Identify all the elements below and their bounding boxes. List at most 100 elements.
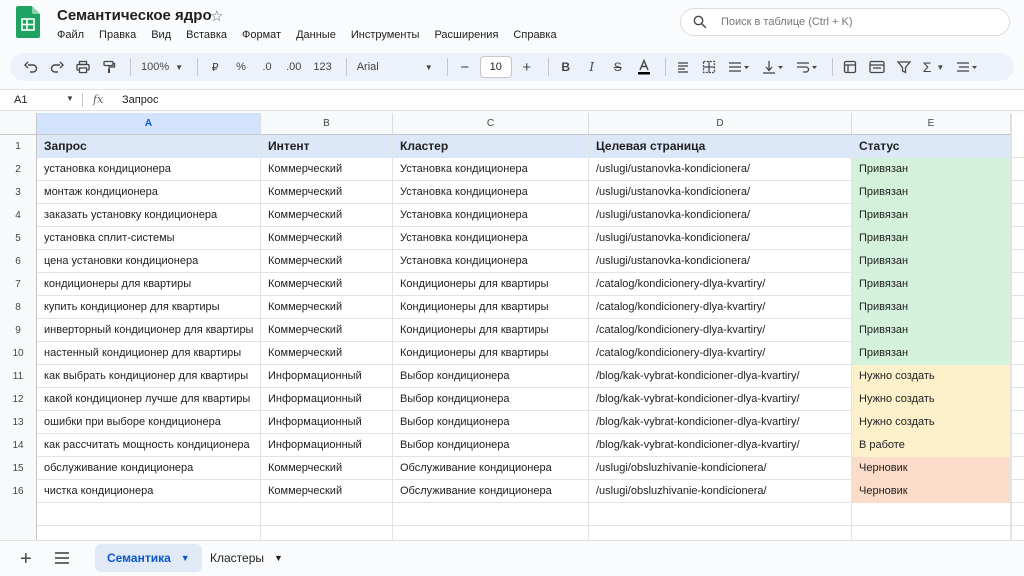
cell-a8[interactable]: купить кондиционер для квартиры xyxy=(37,296,261,319)
sheets-logo-icon[interactable] xyxy=(16,6,40,38)
cell-d11[interactable]: /blog/kak-vybrat-kondicioner-dlya-kvarti… xyxy=(589,365,852,388)
menu-help[interactable]: Справка xyxy=(513,29,556,41)
cell-c14[interactable]: Выбор кондиционера xyxy=(393,434,589,457)
cell-a9[interactable]: инверторный кондиционер для квартиры xyxy=(37,319,261,342)
cell-c3[interactable]: Установка кондиционера xyxy=(393,181,589,204)
increase-decimal-button[interactable]: .00 xyxy=(282,56,305,78)
font-select[interactable]: Arial ▼ xyxy=(353,56,437,78)
menu-edit[interactable]: Правка xyxy=(99,29,136,41)
menu-insert[interactable]: Вставка xyxy=(186,29,227,41)
cell-a6[interactable]: цена установки кондиционера xyxy=(37,250,261,273)
row-number[interactable]: 15 xyxy=(0,457,37,480)
sheet-tab-klastery[interactable]: Кластеры ▼ xyxy=(198,544,295,572)
font-size-increase-button[interactable]: + xyxy=(516,56,538,78)
cell-c6[interactable]: Установка кондиционера xyxy=(393,250,589,273)
cell-d14[interactable]: /blog/kak-vybrat-kondicioner-dlya-kvarti… xyxy=(589,434,852,457)
cell-c5[interactable]: Установка кондиционера xyxy=(393,227,589,250)
cell-b17[interactable] xyxy=(261,503,393,526)
row-number[interactable]: 3 xyxy=(0,181,37,204)
cell-b6[interactable]: Коммерческий xyxy=(261,250,393,273)
cell-c17[interactable] xyxy=(393,503,589,526)
cell-a10[interactable]: настенный кондиционер для квартиры xyxy=(37,342,261,365)
cell-d16[interactable]: /uslugi/obsluzhivanie-kondicionera/ xyxy=(589,480,852,503)
cell-a11[interactable]: как выбрать кондиционер для квартиры xyxy=(37,365,261,388)
insert-chart-icon[interactable] xyxy=(865,56,889,78)
star-icon[interactable]: ☆ xyxy=(210,7,223,25)
cell-d7[interactable]: /catalog/kondicionery-dlya-kvartiry/ xyxy=(589,273,852,296)
vertical-align-icon[interactable] xyxy=(758,56,788,78)
row-number[interactable]: 6 xyxy=(0,250,37,273)
row-number[interactable]: 10 xyxy=(0,342,37,365)
cell-b2[interactable]: Коммерческий xyxy=(261,158,393,181)
cell-a7[interactable]: кондиционеры для квартиры xyxy=(37,273,261,296)
cell-b15[interactable]: Коммерческий xyxy=(261,457,393,480)
document-title[interactable]: Семантическое ядро xyxy=(57,7,212,24)
cell-d2[interactable]: /uslugi/ustanovka-kondicionera/ xyxy=(589,158,852,181)
cell-a12[interactable]: какой кондиционер лучше для квартиры xyxy=(37,388,261,411)
cell-e12[interactable]: Нужно создать xyxy=(852,388,1011,411)
cell-e14[interactable]: В работе xyxy=(852,434,1011,457)
search-box[interactable] xyxy=(680,8,1010,36)
cell-b13[interactable]: Информационный xyxy=(261,411,393,434)
cell-d17[interactable] xyxy=(589,503,852,526)
cell-a1[interactable]: Запрос xyxy=(37,135,261,158)
cell-b3[interactable]: Коммерческий xyxy=(261,181,393,204)
cell-d1[interactable]: Целевая страница xyxy=(589,135,852,158)
insert-link-icon[interactable] xyxy=(839,56,861,78)
cell-e13[interactable]: Нужно создать xyxy=(852,411,1011,434)
italic-icon[interactable]: I xyxy=(581,56,603,78)
cell-c12[interactable]: Выбор кондиционера xyxy=(393,388,589,411)
add-sheet-icon[interactable]: + xyxy=(20,549,32,569)
filter-icon[interactable] xyxy=(893,56,915,78)
cell-d12[interactable]: /blog/kak-vybrat-kondicioner-dlya-kvarti… xyxy=(589,388,852,411)
cell-a5[interactable]: установка сплит-системы xyxy=(37,227,261,250)
text-color-icon[interactable] xyxy=(633,56,655,78)
cell-d13[interactable]: /blog/kak-vybrat-kondicioner-dlya-kvarti… xyxy=(589,411,852,434)
cell-c10[interactable]: Кондиционеры для квартиры xyxy=(393,342,589,365)
cell-d4[interactable]: /uslugi/ustanovka-kondicionera/ xyxy=(589,204,852,227)
cell-e5[interactable]: Привязан xyxy=(852,227,1011,250)
cell-a2[interactable]: установка кондиционера xyxy=(37,158,261,181)
cell-e7[interactable]: Привязан xyxy=(852,273,1011,296)
column-header-c[interactable]: C xyxy=(393,113,589,135)
row-number[interactable] xyxy=(0,503,37,526)
cell-a3[interactable]: монтаж кондиционера xyxy=(37,181,261,204)
more-options-icon[interactable] xyxy=(952,56,982,78)
spreadsheet-grid[interactable]: A B C D E 1 Запрос Интент Кластер Целевая страниц… xyxy=(0,113,1024,540)
percent-format-button[interactable]: % xyxy=(230,56,252,78)
cell-d15[interactable]: /uslugi/obsluzhivanie-kondicionera/ xyxy=(589,457,852,480)
zoom-select[interactable]: 100% ▼ xyxy=(137,56,187,78)
row-number[interactable]: 5 xyxy=(0,227,37,250)
cell-e16[interactable]: Черновик xyxy=(852,480,1011,503)
cell-c15[interactable]: Обслуживание кондиционера xyxy=(393,457,589,480)
cell-b4[interactable]: Коммерческий xyxy=(261,204,393,227)
cell-d9[interactable]: /catalog/kondicionery-dlya-kvartiry/ xyxy=(589,319,852,342)
cell-b12[interactable]: Информационный xyxy=(261,388,393,411)
column-header-d[interactable]: D xyxy=(589,113,852,135)
cell-d8[interactable]: /catalog/kondicionery-dlya-kvartiry/ xyxy=(589,296,852,319)
cell-d5[interactable]: /uslugi/ustanovka-kondicionera/ xyxy=(589,227,852,250)
currency-format-button[interactable]: ₽ xyxy=(204,56,226,78)
cell-b7[interactable]: Коммерческий xyxy=(261,273,393,296)
cell-b9[interactable]: Коммерческий xyxy=(261,319,393,342)
cell-c2[interactable]: Установка кондиционера xyxy=(393,158,589,181)
cell-e6[interactable]: Привязан xyxy=(852,250,1011,273)
menu-extensions[interactable]: Расширения xyxy=(434,29,498,41)
cell-b5[interactable]: Коммерческий xyxy=(261,227,393,250)
cell-e18[interactable] xyxy=(852,526,1011,540)
row-number[interactable]: 13 xyxy=(0,411,37,434)
row-number[interactable]: 4 xyxy=(0,204,37,227)
menu-file[interactable]: Файл xyxy=(57,29,84,41)
font-size-input[interactable]: 10 xyxy=(479,56,512,78)
column-header-a[interactable]: A xyxy=(37,113,261,135)
menu-view[interactable]: Вид xyxy=(151,29,171,41)
cell-b10[interactable]: Коммерческий xyxy=(261,342,393,365)
menu-data[interactable]: Данные xyxy=(296,29,336,41)
paint-format-icon[interactable] xyxy=(98,56,120,78)
cell-b8[interactable]: Коммерческий xyxy=(261,296,393,319)
cell-b1[interactable]: Интент xyxy=(261,135,393,158)
menu-format[interactable]: Формат xyxy=(242,29,281,41)
cell-d10[interactable]: /catalog/kondicionery-dlya-kvartiry/ xyxy=(589,342,852,365)
column-header-b[interactable]: B xyxy=(261,113,393,135)
cell-e8[interactable]: Привязан xyxy=(852,296,1011,319)
